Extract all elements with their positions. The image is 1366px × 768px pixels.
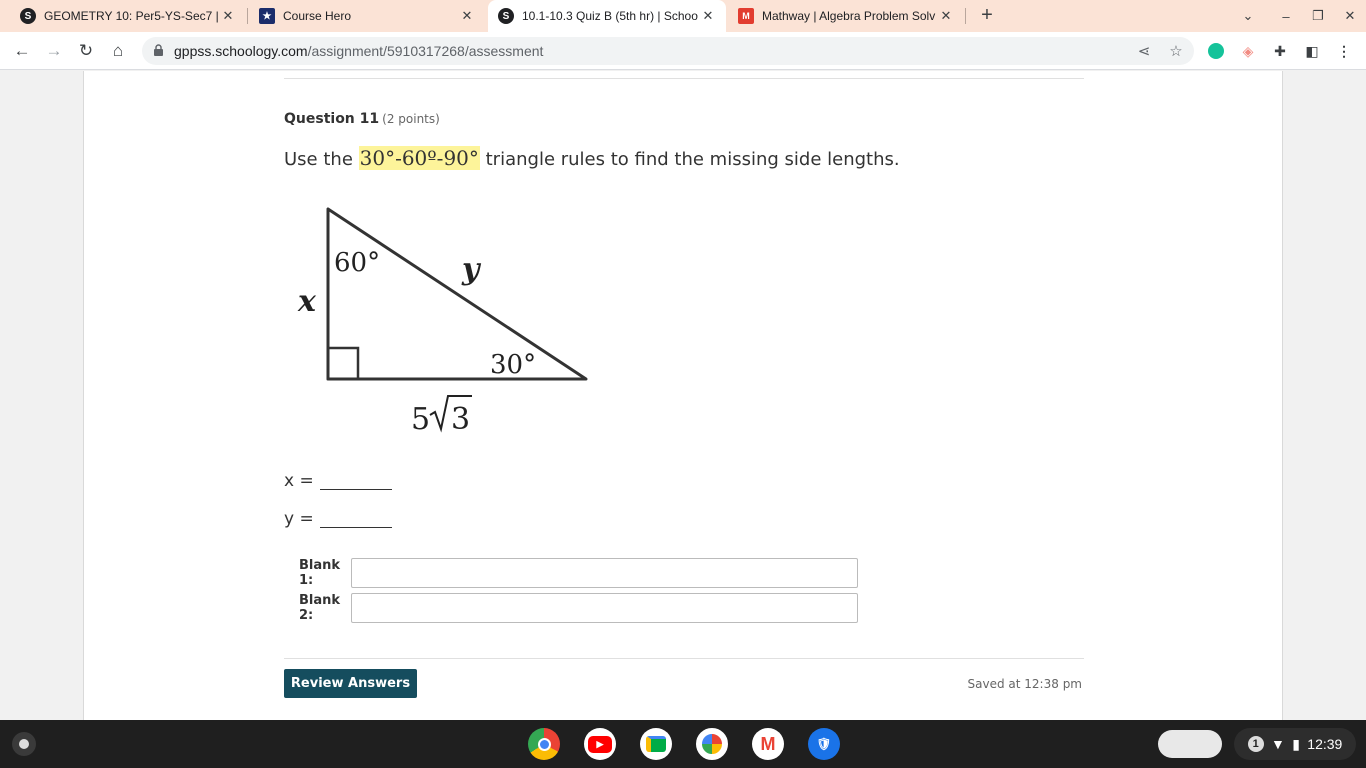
os-shelf: ▶ M 🛡 1 ▼ ▮ 12:39 (0, 720, 1366, 768)
extensions-puzzle-icon[interactable]: ✚ (1270, 41, 1290, 61)
blank-1-row: Blank 1: (299, 558, 858, 588)
tab-strip: S GEOMETRY 10: Per5-YS-Sec7 | Sc ✕ ★ Cou… (0, 0, 1366, 32)
side-bottom-coefficient: 5 (411, 402, 430, 437)
home-icon[interactable]: ⌂ (106, 39, 130, 63)
schoology-icon: S (20, 8, 36, 24)
question-text: Use the 30°-60º-90° triangle rules to fi… (284, 146, 900, 170)
mathway-icon: M (738, 8, 754, 24)
url-path: /assignment/5910317268/assessment (307, 43, 544, 59)
question-prefix: Use the (284, 149, 359, 170)
forward-icon[interactable]: → (42, 39, 66, 63)
top-divider (284, 78, 1084, 79)
angle-top-label: 60° (334, 248, 380, 278)
question-points: (2 points) (382, 112, 440, 126)
side-x-label: x (297, 284, 317, 319)
clock-time: 12:39 (1307, 736, 1343, 752)
triangle-outline (326, 207, 588, 381)
grammarly-icon[interactable] (1206, 41, 1226, 61)
url-text: gppss.schoology.com/assignment/591031726… (174, 43, 543, 59)
new-tab-icon[interactable]: + (976, 4, 998, 26)
close-icon[interactable]: ✕ (700, 8, 716, 24)
blank-2-row: Blank 2: (299, 593, 858, 623)
menu-kebab-icon[interactable]: ⋮ (1334, 41, 1354, 61)
course-hero-icon: ★ (259, 8, 275, 24)
page-background: Question 11 (2 points) Use the 30°-60º-90… (0, 71, 1366, 720)
highlighted-triangle-rule: 30°-60º-90° (358, 146, 480, 170)
side-y-label: y (461, 252, 482, 287)
close-icon[interactable]: ✕ (220, 8, 236, 24)
answer-line-x (319, 489, 392, 490)
equation-x-label: x = (284, 471, 314, 491)
tab-quiz[interactable]: S 10.1-10.3 Quiz B (5th hr) | Schoo ✕ (488, 0, 726, 32)
battery-icon: ▮ (1292, 735, 1300, 752)
close-icon[interactable]: ✕ (938, 8, 954, 24)
lock-icon (154, 44, 163, 56)
shield-icon[interactable]: 🛡 (808, 728, 840, 760)
tab-search-icon[interactable]: ⌄ (1238, 6, 1258, 26)
question-header: Question 11 (2 points) (284, 111, 440, 127)
triangle-figure: 60° 30° x y 5 3 (297, 207, 588, 437)
gmail-icon[interactable]: M (752, 728, 784, 760)
blank-2-input[interactable] (351, 593, 858, 623)
close-icon[interactable]: ✕ (459, 8, 475, 24)
tab-course-hero[interactable]: ★ Course Hero ✕ (249, 0, 485, 32)
close-window-icon[interactable]: ✕ (1340, 6, 1360, 26)
assessment-panel: Question 11 (2 points) Use the 30°-60º-90… (83, 71, 1283, 720)
blank-1-input[interactable] (351, 558, 858, 588)
question-suffix: triangle rules to find the missing side … (479, 149, 900, 170)
equation-x: x = (284, 471, 392, 491)
youtube-icon[interactable]: ▶ (584, 728, 616, 760)
status-tray[interactable]: 1 ▼ ▮ 12:39 (1234, 728, 1356, 760)
blank-2-label: Blank 2: (299, 593, 341, 623)
tab-title: 10.1-10.3 Quiz B (5th hr) | Schoo (522, 9, 698, 23)
saved-status: Saved at 12:38 pm (967, 677, 1082, 691)
reload-icon[interactable]: ↻ (74, 39, 98, 63)
holding-space-icon[interactable] (1158, 730, 1222, 758)
notification-badge: 1 (1247, 736, 1264, 752)
tab-separator (965, 8, 966, 24)
launcher-icon[interactable] (12, 732, 36, 756)
right-angle-marker (326, 346, 360, 381)
schoology-icon: S (498, 8, 514, 24)
screencastify-icon[interactable]: ◈ (1238, 41, 1258, 61)
question-number: Question 11 (284, 111, 380, 127)
tab-geometry[interactable]: S GEOMETRY 10: Per5-YS-Sec7 | Sc ✕ (10, 0, 246, 32)
share-icon[interactable]: ⋖ (1134, 41, 1154, 61)
footer-divider (284, 658, 1084, 659)
photos-icon[interactable] (696, 728, 728, 760)
back-icon[interactable]: ← (10, 39, 34, 63)
minimize-icon[interactable]: – (1276, 6, 1296, 26)
equation-y: y = (284, 509, 392, 529)
side-panel-icon[interactable]: ◧ (1302, 41, 1322, 61)
tab-mathway[interactable]: M Mathway | Algebra Problem Solv ✕ (728, 0, 964, 32)
blank-1-label: Blank 1: (299, 558, 341, 588)
chrome-icon[interactable] (528, 728, 560, 760)
url-host: gppss.schoology.com (174, 43, 308, 59)
restore-icon[interactable]: ❐ (1308, 6, 1328, 26)
tab-separator (247, 8, 248, 24)
tab-title: Mathway | Algebra Problem Solv (762, 9, 936, 23)
tab-title: GEOMETRY 10: Per5-YS-Sec7 | Sc (44, 9, 220, 23)
side-bottom-radicand: 3 (451, 402, 470, 437)
bookmark-star-icon[interactable]: ☆ (1166, 41, 1186, 61)
meet-icon[interactable] (640, 728, 672, 760)
tab-title: Course Hero (283, 9, 352, 23)
address-bar[interactable]: gppss.schoology.com/assignment/591031726… (142, 37, 1194, 65)
browser-toolbar: ← → ↻ ⌂ gppss.schoology.com/assignment/5… (0, 32, 1366, 70)
answer-line-y (319, 527, 392, 528)
equation-y-label: y = (284, 509, 314, 529)
angle-right-label: 30° (490, 350, 536, 380)
review-answers-button[interactable]: Review Answers (284, 669, 417, 698)
wifi-icon: ▼ (1271, 736, 1285, 752)
